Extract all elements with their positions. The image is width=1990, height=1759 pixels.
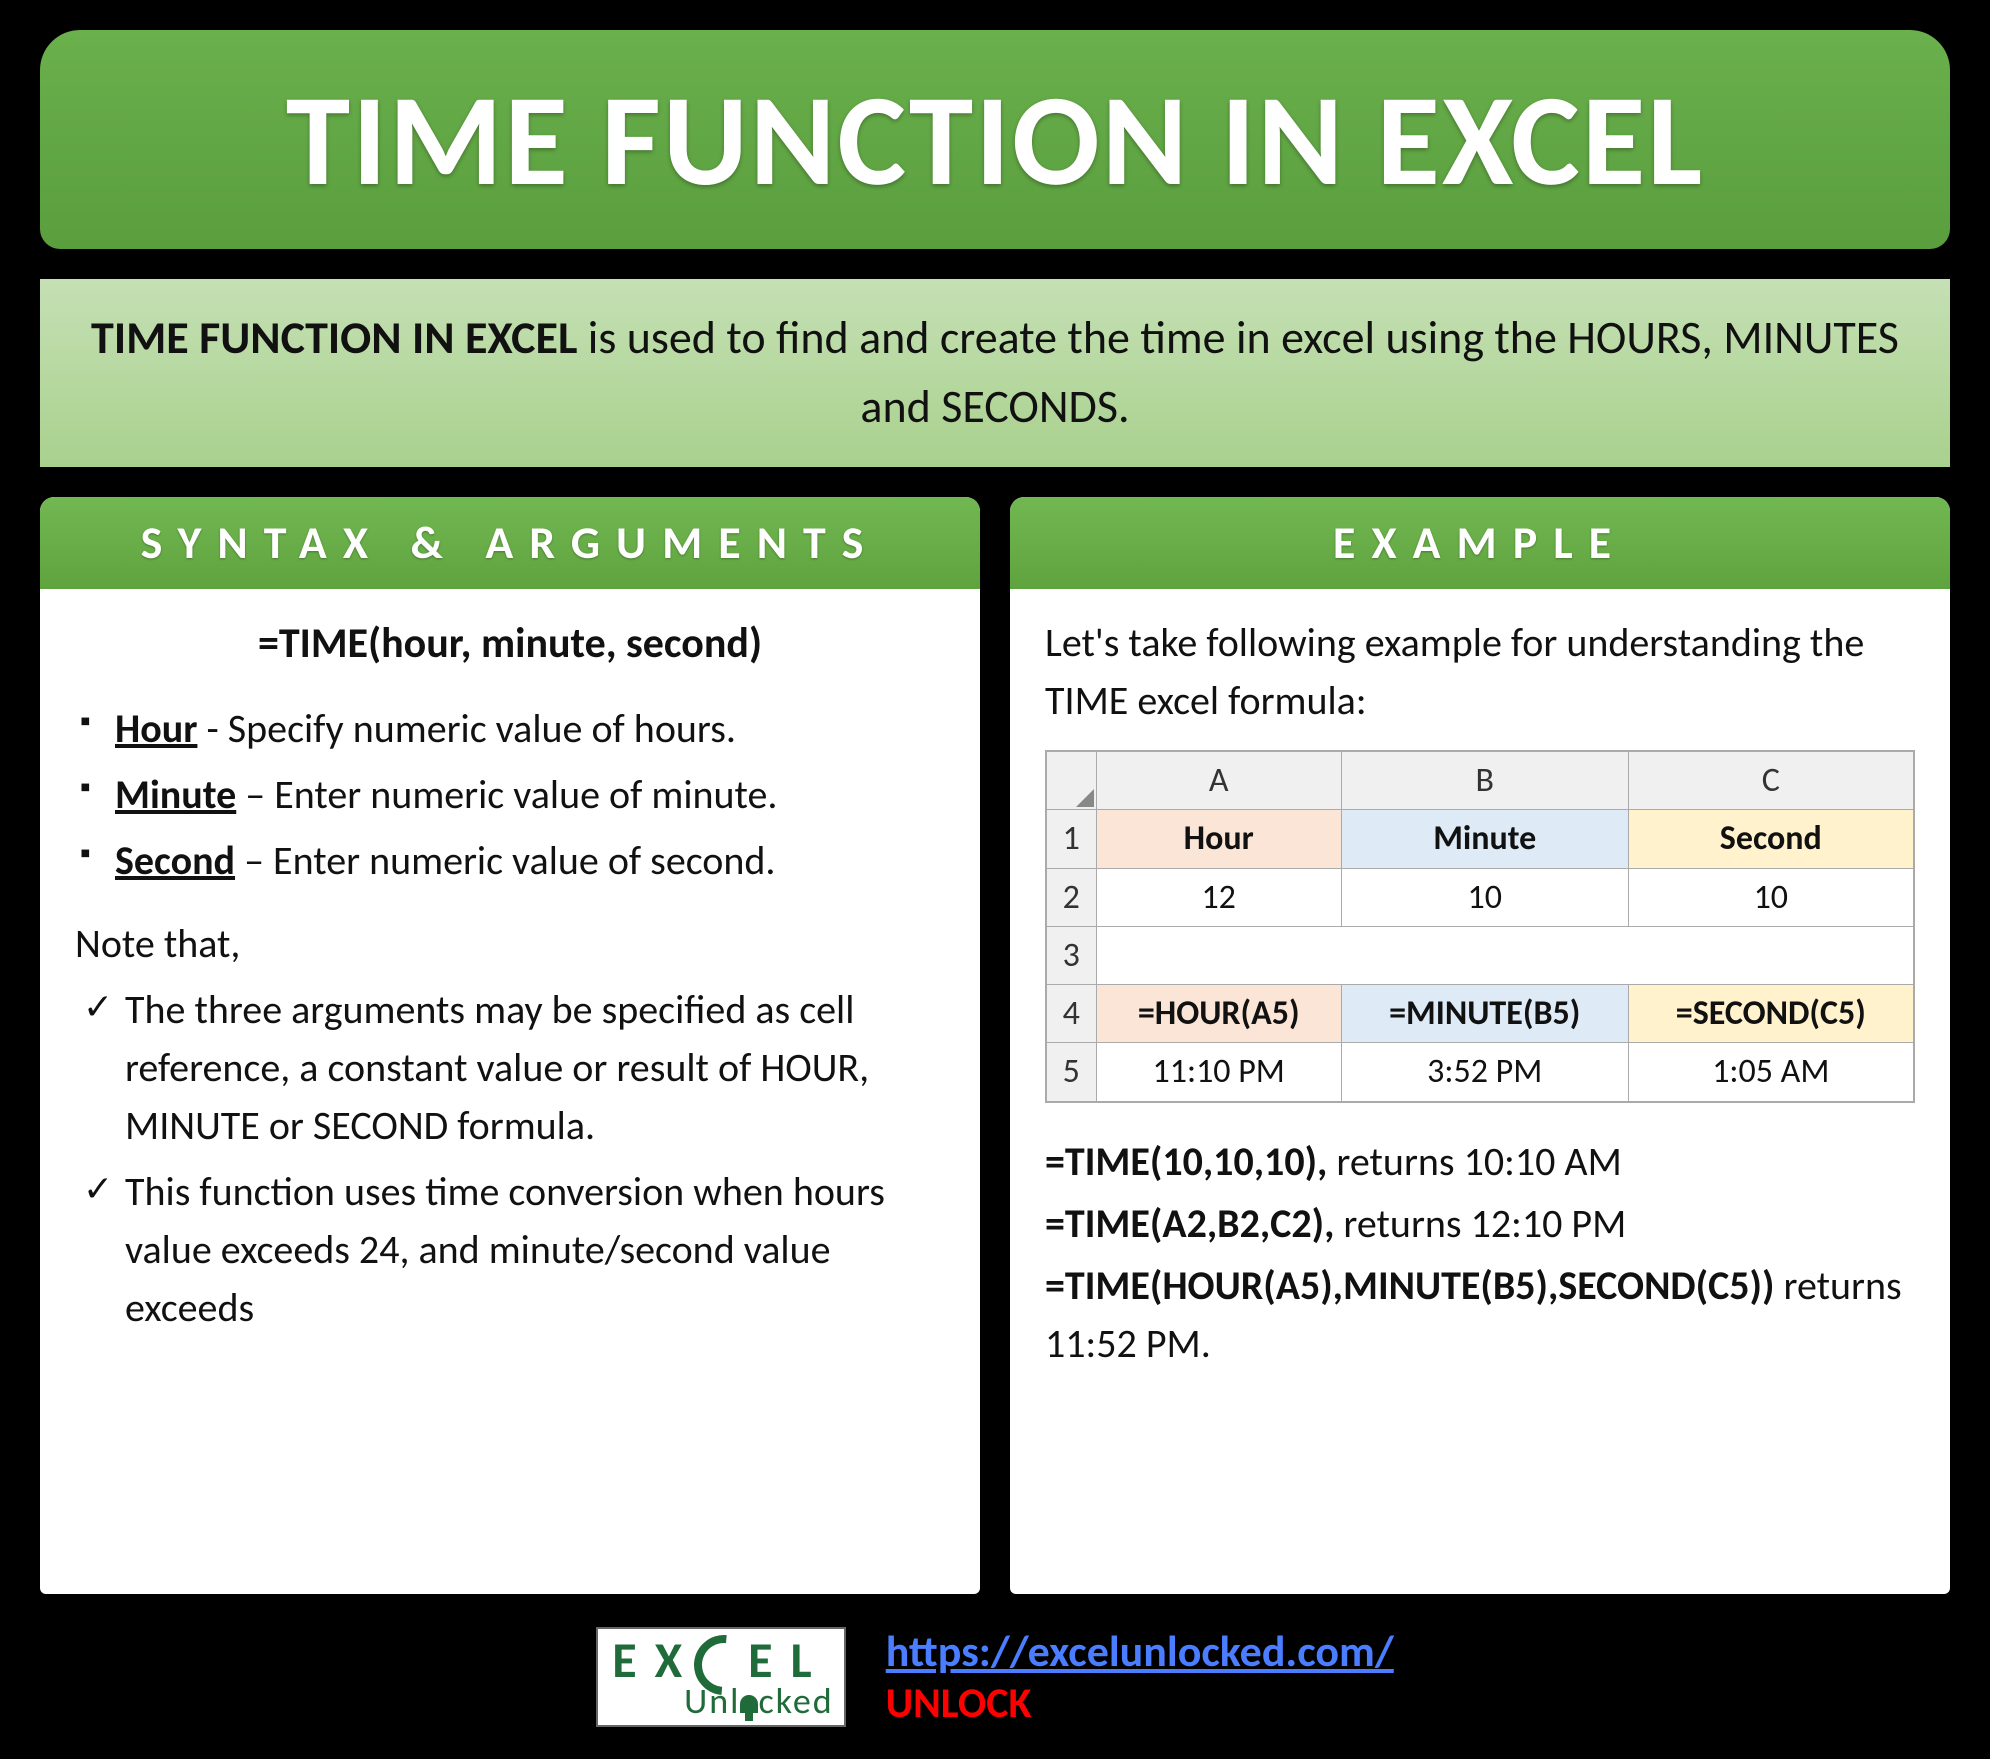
note-1: The three arguments may be specified as … [75, 981, 945, 1155]
syntax-body: =TIME(hour, minute, second) Hour - Speci… [40, 589, 980, 1370]
argument-list: Hour - Specify numeric value of hours. M… [75, 700, 945, 890]
logo-top: EXEL [612, 1635, 829, 1695]
row-4: 4 [1046, 985, 1096, 1043]
syntax-formula: =TIME(hour, minute, second) [75, 614, 945, 675]
row-3: 3 [1046, 926, 1096, 984]
description-text: is used to find and create the time in e… [577, 310, 1899, 435]
col-B: B [1341, 751, 1628, 810]
note-label: Note that, [75, 915, 945, 973]
keyhole-icon [740, 1695, 758, 1713]
note-2: This function uses time conversion when … [75, 1163, 945, 1337]
example-body: Let's take following example for underst… [1010, 589, 1950, 1402]
row-1: 1 [1046, 810, 1096, 868]
description-bold: TIME FUNCTION IN EXCEL [91, 310, 577, 366]
col-A: A [1096, 751, 1341, 810]
example-panel: EXAMPLE Let's take following example for… [1010, 497, 1950, 1594]
description-bar: TIME FUNCTION IN EXCEL is used to find a… [40, 279, 1950, 467]
arg-hour: Hour - Specify numeric value of hours. [75, 700, 945, 758]
excel-table: A B C 1 Hour Minute Second 2 12 10 10 [1045, 750, 1915, 1103]
result-2: =TIME(A2,B2,C2), returns 12:10 PM [1045, 1195, 1915, 1253]
arg-second: Second – Enter numeric value of second. [75, 832, 945, 890]
logo: EXEL Unlcked [596, 1627, 845, 1727]
syntax-header: SYNTAX & ARGUMENTS [40, 497, 980, 589]
col-C: C [1628, 751, 1914, 810]
footer-unlock: UNLOCK [886, 1678, 1394, 1729]
syntax-panel: SYNTAX & ARGUMENTS =TIME(hour, minute, s… [40, 497, 980, 1594]
footer: EXEL Unlcked https://excelunlocked.com/ … [40, 1614, 1950, 1739]
page-title: TIME FUNCTION IN EXCEL [60, 60, 1930, 219]
table-corner [1046, 751, 1096, 810]
title-banner: TIME FUNCTION IN EXCEL [40, 30, 1950, 249]
arg-minute: Minute – Enter numeric value of minute. [75, 766, 945, 824]
example-header: EXAMPLE [1010, 497, 1950, 589]
columns: SYNTAX & ARGUMENTS =TIME(hour, minute, s… [40, 497, 1950, 1594]
note-list: The three arguments may be specified as … [75, 981, 945, 1337]
example-intro: Let's take following example for underst… [1045, 614, 1915, 730]
footer-links: https://excelunlocked.com/ UNLOCK [886, 1624, 1394, 1729]
formula-results: =TIME(10,10,10), returns 10:10 AM =TIME(… [1045, 1133, 1915, 1373]
row-2: 2 [1046, 868, 1096, 926]
footer-url[interactable]: https://excelunlocked.com/ [886, 1624, 1394, 1678]
row-5: 5 [1046, 1043, 1096, 1102]
result-3: =TIME(HOUR(A5),MINUTE(B5),SECOND(C5)) re… [1045, 1257, 1915, 1373]
result-1: =TIME(10,10,10), returns 10:10 AM [1045, 1133, 1915, 1191]
